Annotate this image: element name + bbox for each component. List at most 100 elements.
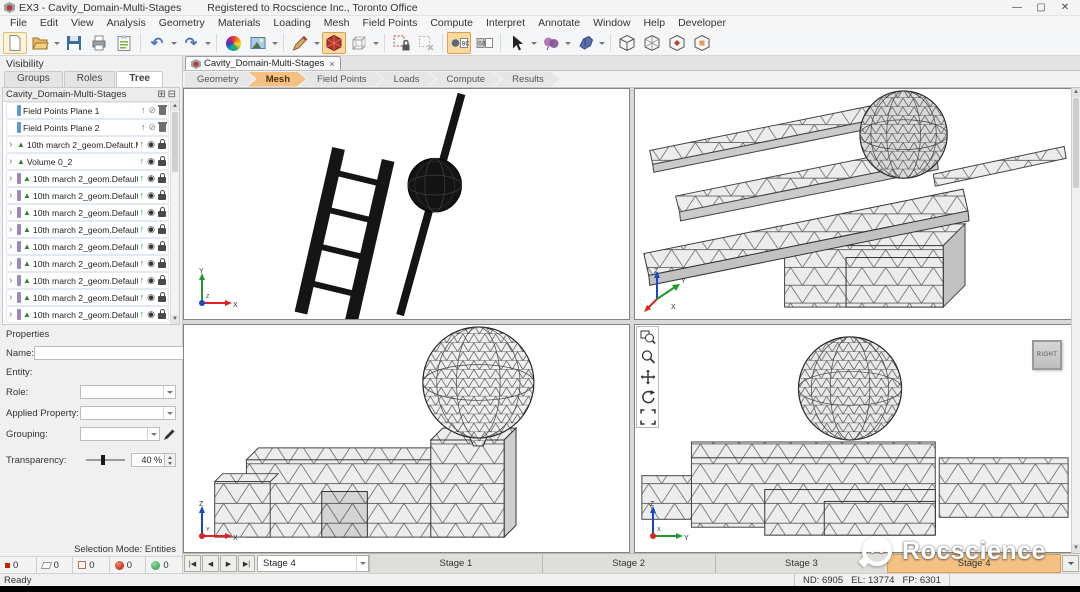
role-arrow-icon[interactable]: [140, 242, 145, 251]
tree-item-mesh-5[interactable]: 10th march 2_geom.Default.Mesh 5_: [6, 204, 169, 221]
rotate-button[interactable]: [637, 387, 658, 407]
lock-icon[interactable]: [158, 296, 166, 302]
add-report-button[interactable]: [112, 32, 136, 54]
scroll-down-icon[interactable]: ▼: [1072, 544, 1080, 553]
render-dropdown-caret[interactable]: [373, 42, 379, 45]
lock-icon[interactable]: [158, 313, 166, 319]
new-document-button[interactable]: [3, 32, 27, 54]
eye-icon[interactable]: [147, 157, 155, 166]
menu-help[interactable]: Help: [637, 16, 671, 31]
transparency-slider[interactable]: [86, 459, 125, 461]
menu-geometry[interactable]: Geometry: [153, 16, 211, 31]
transparency-value[interactable]: 40 %: [131, 453, 165, 467]
role-arrow-icon[interactable]: [140, 276, 145, 285]
query-data-button[interactable]: [539, 32, 563, 54]
eye-icon[interactable]: [147, 310, 155, 319]
wireframe-render-button[interactable]: [347, 32, 371, 54]
selection-window-lock-button[interactable]: [389, 32, 413, 54]
rotated-iso-view-button[interactable]: [640, 32, 664, 54]
tree-item-mesh-4[interactable]: 10th march 2_geom.Default.Mesh 4_: [6, 306, 169, 323]
tree-item-mesh-8[interactable]: 10th march 2_geom.Default.Mesh 8_: [6, 272, 169, 289]
eye-icon[interactable]: [147, 225, 155, 234]
scroll-thumb[interactable]: [1073, 98, 1079, 188]
next-stage-button[interactable]: ▶: [220, 555, 237, 572]
menu-materials[interactable]: Materials: [212, 16, 267, 31]
show-field-point-numbers-button[interactable]: 0C: [447, 32, 471, 54]
viewport-scrollbar[interactable]: ▲▼: [1071, 88, 1080, 553]
trash-icon[interactable]: [159, 124, 166, 132]
tree-item-field-points-1[interactable]: Field Points Plane 1: [6, 102, 169, 119]
spin-down-icon[interactable]: [165, 460, 175, 466]
eye-icon[interactable]: [147, 242, 155, 251]
zoom-window-button[interactable]: [637, 327, 658, 347]
menu-edit[interactable]: Edit: [34, 16, 64, 31]
first-stage-button[interactable]: |◀: [184, 555, 201, 572]
viewport-front-view[interactable]: Z X Y: [183, 324, 630, 553]
viewport-perspective-view[interactable]: Z Y X: [634, 88, 1072, 320]
menu-interpret[interactable]: Interpret: [480, 16, 531, 31]
lock-icon[interactable]: [158, 245, 166, 251]
eye-icon[interactable]: [147, 259, 155, 268]
maximize-button[interactable]: ▢: [1030, 1, 1052, 15]
menu-mesh[interactable]: Mesh: [318, 16, 356, 31]
document-close-icon[interactable]: ×: [329, 59, 334, 69]
grouping-select[interactable]: [80, 427, 160, 441]
tree-item-mesh-12[interactable]: 10th march 2_geom.Default.Mesh 12_: [6, 136, 169, 153]
eye-icon[interactable]: [147, 293, 155, 302]
viewport-right-view[interactable]: Z Y X: [634, 324, 1072, 553]
menu-window[interactable]: Window: [587, 16, 636, 31]
scroll-down-icon[interactable]: ▼: [171, 315, 179, 324]
pick-gesture-button[interactable]: [573, 32, 597, 54]
tab-roles[interactable]: Roles: [64, 71, 116, 87]
expander-icon[interactable]: [9, 242, 17, 252]
collapse-all-button[interactable]: ⊟: [168, 89, 176, 100]
last-stage-button[interactable]: ▶|: [238, 555, 255, 572]
open-dropdown-caret[interactable]: [54, 42, 60, 45]
expander-icon[interactable]: [9, 157, 17, 167]
workflow-tab-field-points[interactable]: Field Points: [299, 72, 383, 87]
expander-icon[interactable]: [9, 191, 17, 201]
edit-pencil-icon[interactable]: [163, 428, 176, 441]
stage-tab-2[interactable]: Stage 2: [542, 554, 715, 573]
chevron-down-icon[interactable]: [163, 386, 175, 398]
stage-tab-1[interactable]: Stage 1: [369, 554, 542, 573]
eye-icon[interactable]: [147, 174, 155, 183]
role-arrow-icon[interactable]: [141, 123, 146, 132]
tab-groups[interactable]: Groups: [4, 71, 63, 87]
eye-off-icon[interactable]: [148, 106, 156, 115]
solid-interior-view-button[interactable]: [665, 32, 689, 54]
scroll-up-icon[interactable]: ▲: [171, 102, 179, 111]
role-arrow-icon[interactable]: [140, 310, 145, 319]
previous-stage-button[interactable]: ◀: [202, 555, 219, 572]
select-entities-button[interactable]: [505, 32, 529, 54]
mesh-canvas-front-view[interactable]: [184, 325, 629, 552]
role-arrow-icon[interactable]: [140, 259, 145, 268]
mesh-canvas-right-view[interactable]: [635, 325, 1071, 552]
tree-item-mesh-1[interactable]: 10th march 2_geom.Default.Mesh 1_: [6, 238, 169, 255]
undo-button[interactable]: ↶: [145, 32, 169, 54]
role-arrow-icon[interactable]: [140, 208, 145, 217]
pick-dropdown-caret[interactable]: [599, 42, 605, 45]
mesh-canvas-top-view[interactable]: [184, 89, 629, 319]
eye-icon[interactable]: [147, 191, 155, 200]
query-dropdown-caret[interactable]: [565, 42, 571, 45]
lock-icon[interactable]: [158, 279, 166, 285]
pan-button[interactable]: [637, 367, 658, 387]
mesh-button[interactable]: [322, 32, 346, 54]
print-button[interactable]: [87, 32, 111, 54]
workflow-tab-results[interactable]: Results: [494, 72, 560, 87]
document-tab[interactable]: Cavity_Domain-Multi-Stages ×: [185, 56, 341, 70]
tree-item-volume-0-2[interactable]: Volume 0_2: [6, 153, 169, 170]
menu-developer[interactable]: Developer: [672, 16, 732, 31]
expander-icon[interactable]: [9, 140, 17, 150]
tab-tree[interactable]: Tree: [116, 71, 163, 87]
minimize-button[interactable]: —: [1006, 1, 1028, 15]
clear-selection-button[interactable]: [414, 32, 438, 54]
menu-analysis[interactable]: Analysis: [101, 16, 152, 31]
eye-icon[interactable]: [147, 208, 155, 217]
lock-icon[interactable]: [158, 211, 166, 217]
tree-item-field-points-2[interactable]: Field Points Plane 2: [6, 119, 169, 136]
expander-icon[interactable]: [9, 225, 17, 235]
expander-icon[interactable]: [9, 259, 17, 269]
show-node-numbers-button[interactable]: 68: [472, 32, 496, 54]
